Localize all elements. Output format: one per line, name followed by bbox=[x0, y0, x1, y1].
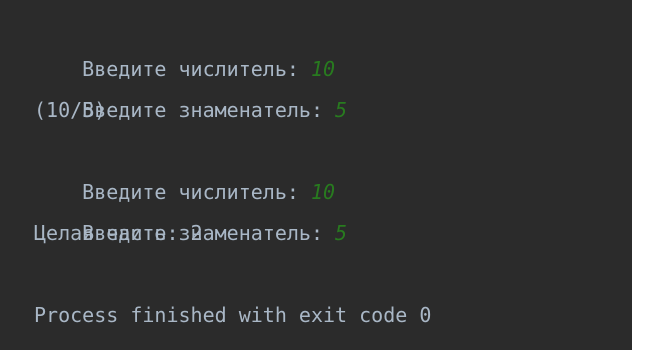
user-input-value: 5 bbox=[335, 98, 348, 122]
user-input-value: 5 bbox=[335, 221, 348, 245]
console-line-process-finished: Process finished with exit code 0 bbox=[34, 303, 432, 327]
user-input-value: 10 bbox=[310, 180, 336, 204]
prompt-text: Введите числитель: bbox=[82, 180, 311, 204]
console-line-numerator-prompt-1: Введите числитель: 10 bbox=[34, 8, 632, 81]
console-output-panel[interactable]: Введите числитель: 10 Введите знаменател… bbox=[0, 0, 632, 350]
prompt-text: Введите знаменатель: bbox=[82, 98, 336, 122]
user-input-value: 10 bbox=[310, 57, 336, 81]
console-line-numerator-prompt-2: Введите числитель: 10 bbox=[34, 131, 632, 204]
prompt-text: Введите числитель: bbox=[82, 57, 311, 81]
